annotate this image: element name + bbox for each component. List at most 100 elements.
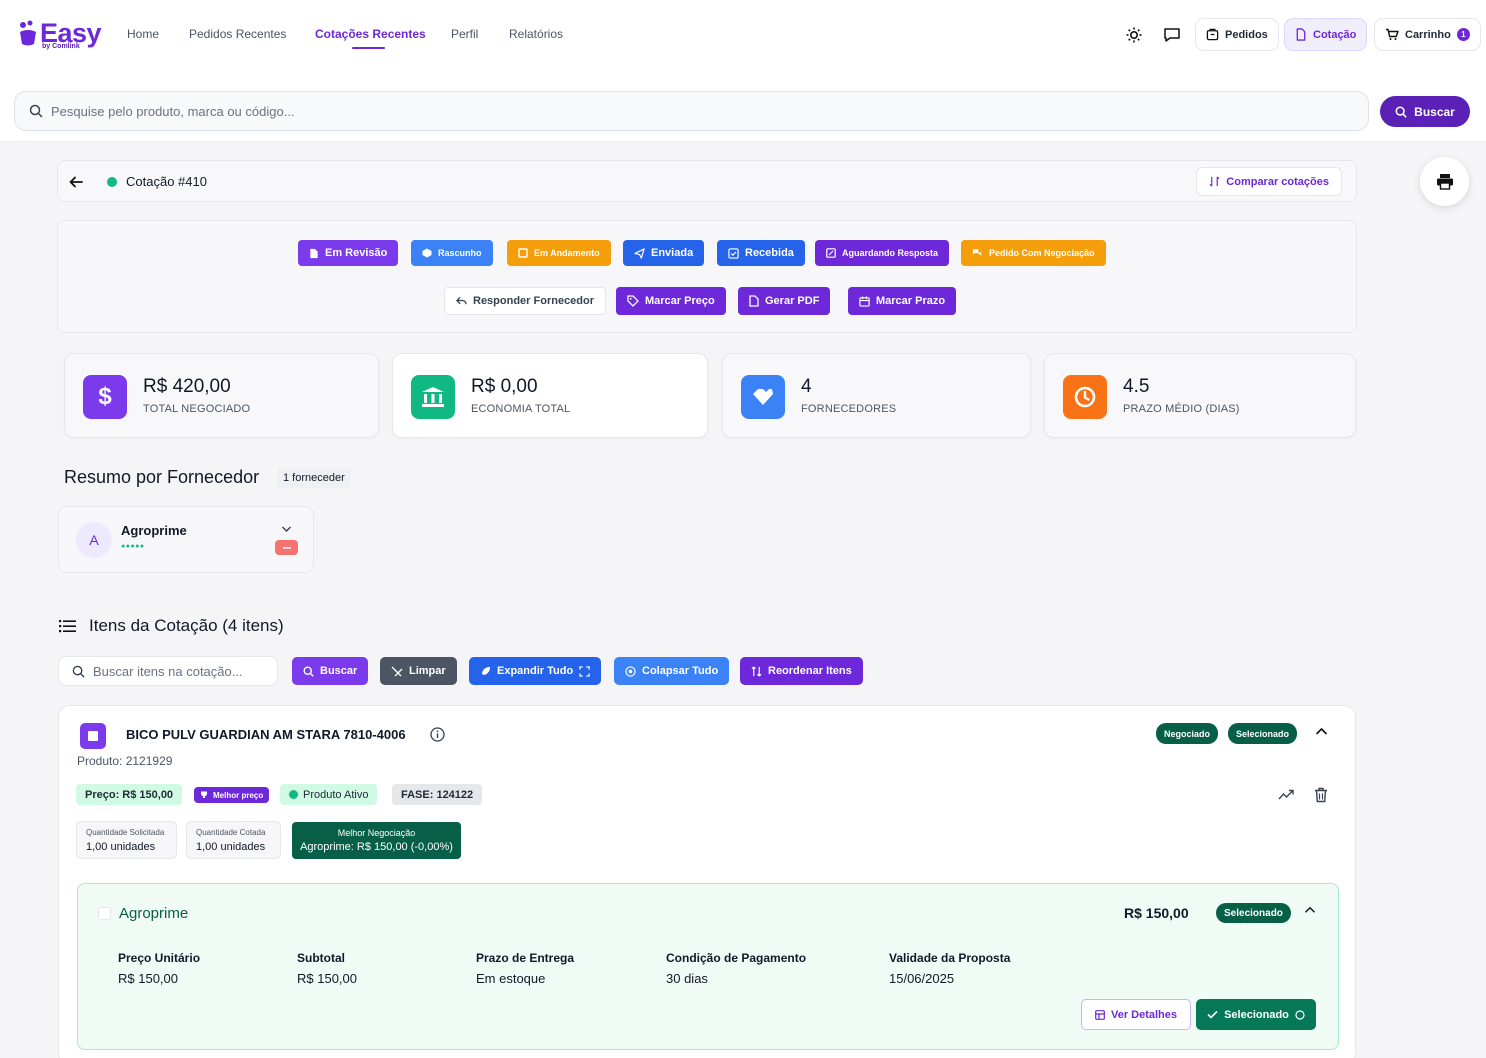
qty-requested-box: Quantidade Solicitada 1,00 unidades bbox=[76, 821, 177, 859]
status-rascunho-label: Rascunho bbox=[438, 248, 482, 258]
status-rascunho-button[interactable]: Rascunho bbox=[411, 240, 493, 266]
status-em-revisao-button[interactable]: Em Revisão bbox=[298, 240, 399, 266]
expand-all-label: Expandir Tudo bbox=[497, 665, 574, 677]
file-pdf-icon bbox=[749, 295, 759, 307]
stat-total-negociado: $ R$ 420,00 TOTAL NEGOCIADO bbox=[64, 353, 379, 438]
item-search-button[interactable]: Buscar bbox=[292, 657, 369, 685]
chevron-down-icon[interactable] bbox=[281, 525, 292, 533]
stat-fornecedores-value: 4 bbox=[801, 376, 812, 397]
product-search-input[interactable] bbox=[51, 103, 951, 119]
marcar-prazo-button[interactable]: Marcar Prazo bbox=[848, 287, 957, 315]
file-icon bbox=[310, 248, 318, 258]
dollar-icon: $ bbox=[83, 375, 127, 419]
compare-quotes-label: Comparar cotações bbox=[1226, 175, 1329, 188]
stat-total-value: R$ 420,00 bbox=[143, 376, 231, 397]
status-em-andamento-label: Em Andamento bbox=[534, 248, 600, 258]
paw-icon bbox=[20, 20, 36, 46]
status-em-andamento-button[interactable]: Em Andamento bbox=[507, 240, 611, 266]
status-enviada-button[interactable]: Enviada bbox=[623, 240, 705, 266]
stat-prazo-value: 4.5 bbox=[1123, 376, 1150, 397]
compare-quotes-button[interactable]: Comparar cotações bbox=[1196, 167, 1342, 196]
pedidos-button[interactable]: Pedidos bbox=[1195, 18, 1279, 51]
negociado-badge: Negociado bbox=[1156, 723, 1219, 744]
handshake-icon bbox=[741, 375, 785, 419]
best-negotiation-box: Melhor Negociação Agroprime: R$ 150,00 (… bbox=[292, 822, 461, 859]
chevron-up-icon[interactable] bbox=[1315, 727, 1328, 736]
offer-price: R$ 150,00 bbox=[1124, 905, 1189, 921]
stat-total-label: TOTAL NEGOCIADO bbox=[143, 403, 251, 415]
box-icon bbox=[422, 248, 432, 258]
nav-perfil[interactable]: Perfil bbox=[451, 27, 478, 41]
field-unit-price-label: Preço Unitário bbox=[118, 951, 201, 965]
cotacao-button[interactable]: Cotação bbox=[1284, 18, 1368, 51]
status-aguardando-label: Aguardando Resposta bbox=[842, 248, 939, 258]
expand-all-button[interactable]: Expandir Tudo bbox=[469, 657, 602, 685]
logo[interactable]: Easy by Comlink bbox=[18, 20, 102, 50]
clock-icon bbox=[1063, 375, 1107, 419]
chat-bubbles-icon bbox=[972, 249, 983, 256]
responder-fornecedor-button[interactable]: Responder Fornecedor bbox=[444, 287, 607, 315]
field-unit-price-value: R$ 150,00 bbox=[118, 971, 178, 986]
check-square-icon bbox=[728, 247, 739, 259]
stat-economia-value: R$ 0,00 bbox=[471, 376, 538, 397]
item-checkbox[interactable] bbox=[80, 723, 106, 749]
field-subtotal-label: Subtotal bbox=[297, 951, 345, 965]
responder-fornecedor-label: Responder Fornecedor bbox=[473, 295, 595, 307]
view-details-button[interactable]: Ver Detalhes bbox=[1081, 999, 1191, 1030]
trend-chart-icon[interactable] bbox=[1278, 789, 1294, 800]
calendar-icon bbox=[859, 295, 870, 307]
expand-icon bbox=[579, 665, 590, 677]
print-button[interactable] bbox=[1420, 157, 1469, 206]
grid-icon bbox=[1095, 1009, 1105, 1020]
search-icon bbox=[1395, 106, 1407, 118]
check-icon bbox=[1207, 1010, 1218, 1019]
supplier-avatar: A bbox=[76, 522, 112, 558]
supplier-card[interactable]: A Agroprime ●●●●● bbox=[58, 506, 314, 573]
itens-title: Itens da Cotação (4 itens) bbox=[89, 616, 284, 635]
search-icon bbox=[29, 104, 43, 118]
remove-supplier-button[interactable] bbox=[275, 540, 298, 555]
offer-checkbox[interactable] bbox=[98, 907, 111, 920]
reorder-items-button[interactable]: Reordenar Itens bbox=[740, 657, 863, 685]
status-em-revisao-label: Em Revisão bbox=[325, 247, 388, 259]
cart-count-badge: 1 bbox=[1456, 28, 1470, 41]
nav-home[interactable]: Home bbox=[127, 27, 159, 41]
best-price-label: Melhor preço bbox=[213, 790, 264, 800]
field-payment-label: Condição de Pagamento bbox=[666, 951, 807, 965]
nav-relatorios[interactable]: Relatórios bbox=[509, 27, 563, 41]
edit-icon bbox=[826, 248, 836, 258]
selected-button[interactable]: Selecionado bbox=[1196, 999, 1316, 1030]
circle-dot-icon bbox=[625, 665, 636, 677]
clear-button[interactable]: Limpar bbox=[380, 657, 457, 685]
minus-icon bbox=[282, 546, 291, 549]
carrinho-button[interactable]: Carrinho 1 bbox=[1374, 18, 1481, 51]
info-icon[interactable] bbox=[430, 727, 445, 742]
field-unit-price: Preço Unitário R$ 150,00 bbox=[118, 951, 200, 986]
gerar-pdf-button[interactable]: Gerar PDF bbox=[738, 287, 831, 315]
field-validity: Validade da Proposta 15/06/2025 bbox=[889, 951, 1010, 986]
reply-icon bbox=[456, 296, 467, 305]
nav-pedidos-recentes[interactable]: Pedidos Recentes bbox=[189, 27, 286, 41]
trash-icon[interactable] bbox=[1314, 787, 1328, 803]
chevron-up-icon[interactable] bbox=[1304, 906, 1316, 914]
item-search-input[interactable] bbox=[93, 663, 263, 679]
field-payment: Condição de Pagamento 30 dias bbox=[666, 951, 806, 986]
sun-icon[interactable] bbox=[1125, 26, 1143, 44]
back-arrow-icon[interactable] bbox=[68, 174, 84, 190]
marcar-preco-button[interactable]: Marcar Preço bbox=[616, 287, 726, 315]
qty-quoted-value: 1,00 unidades bbox=[196, 841, 266, 853]
list-icon bbox=[59, 620, 76, 633]
status-aguardando-button[interactable]: Aguardando Resposta bbox=[815, 240, 950, 266]
nav-cotacoes-recentes[interactable]: Cotações Recentes bbox=[315, 27, 426, 41]
marcar-prazo-label: Marcar Prazo bbox=[876, 295, 946, 307]
search-button[interactable]: Buscar bbox=[1380, 96, 1470, 127]
collapse-all-button[interactable]: Colapsar Tudo bbox=[614, 657, 730, 685]
chat-icon[interactable] bbox=[1163, 26, 1181, 44]
package-icon bbox=[1206, 28, 1219, 41]
item-search-label: Buscar bbox=[320, 665, 358, 677]
status-pedido-negociacao-button[interactable]: Pedido Com Negociação bbox=[961, 240, 1106, 266]
status-recebida-button[interactable]: Recebida bbox=[717, 240, 805, 266]
field-subtotal: Subtotal R$ 150,00 bbox=[297, 951, 357, 986]
active-product-label: Produto Ativo bbox=[303, 788, 369, 801]
broom-icon bbox=[391, 666, 403, 676]
